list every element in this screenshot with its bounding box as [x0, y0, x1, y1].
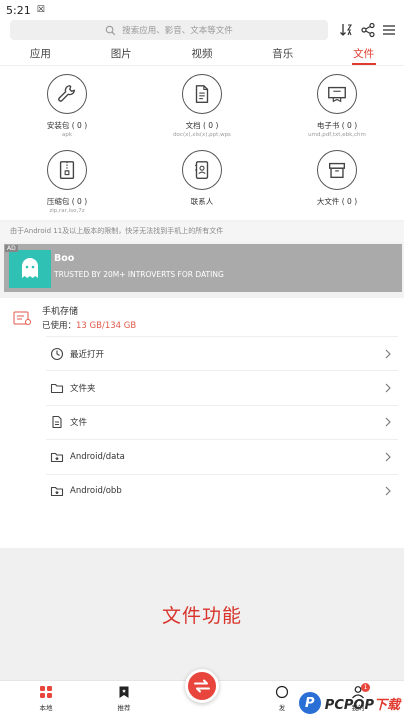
- storage-row-android-obb[interactable]: Android/obb: [46, 473, 398, 508]
- category-ebooks-circle: [317, 74, 357, 114]
- transfer-button[interactable]: [185, 669, 219, 703]
- category-archives-sub: zip,rar,iso,7z: [49, 208, 85, 214]
- storage-row-android-data[interactable]: Android/data: [46, 439, 398, 473]
- storage-usage: 已使用：13 GB/134 GB: [42, 319, 136, 331]
- category-ebooks[interactable]: 电子书 ( 0 ) umd,pdf,txt,ebk,chm: [292, 74, 382, 138]
- category-ebooks-label: 电子书 ( 0 ): [316, 121, 358, 130]
- storage-row-label: 文件夹: [70, 384, 96, 395]
- ad-badge: AD: [5, 245, 18, 252]
- tab-files[interactable]: 文件: [323, 44, 404, 65]
- storage-icon: [13, 311, 31, 325]
- top-bar: 搜索应用、影音、文本等文件: [0, 16, 404, 44]
- search-icon: [105, 25, 116, 35]
- tab-music[interactable]: 音乐: [242, 44, 323, 65]
- nav-send-label: 发: [278, 704, 286, 712]
- ghost-icon: [22, 258, 38, 278]
- pcpop-logo: P: [296, 690, 323, 716]
- menu-button[interactable]: [380, 21, 398, 39]
- pcpop-text: PCPOP下载: [325, 694, 400, 713]
- chevron-right-icon: [385, 486, 391, 496]
- search-placeholder: 搜索应用、影音、文本等文件: [122, 26, 233, 36]
- android-limit-notice: 由于Android 11及以上版本的限制，快牙无法找到手机上的所有文件: [0, 222, 404, 242]
- document-icon: [195, 85, 209, 103]
- pcpop-watermark: P PCPOP下载: [296, 690, 400, 716]
- sort-button[interactable]: [338, 21, 356, 39]
- chevron-right-icon: [385, 383, 391, 393]
- chevron-right-icon: [385, 452, 391, 462]
- clock-icon: [50, 347, 64, 360]
- wrench-icon: [58, 85, 76, 102]
- tab-apps[interactable]: 应用: [0, 44, 81, 65]
- status-time: 5:21: [6, 3, 31, 17]
- grid-icon: [40, 686, 52, 698]
- storage-row-label: Android/obb: [70, 486, 122, 497]
- storage-row-label: 文件: [70, 418, 88, 429]
- phone-storage-section: 手机存储 已使用：13 GB/134 GB 最近打开 文件夹 文件 Androi…: [0, 298, 404, 548]
- category-archives[interactable]: 压缩包 ( 0 ) zip,rar,iso,7z: [22, 150, 112, 214]
- storage-used-value: 13 GB/134 GB: [76, 321, 137, 331]
- nav-recommend[interactable]: 推荐: [104, 685, 144, 712]
- share-icon: [361, 22, 375, 38]
- tab-images[interactable]: 图片: [81, 44, 162, 65]
- nav-local-label: 本地: [39, 704, 53, 712]
- category-documents-label: 文档 ( 0 ): [185, 121, 219, 130]
- category-documents-sub: doc(x),xls(x),ppt,wps: [173, 132, 231, 138]
- category-contacts[interactable]: 联系人: [157, 150, 247, 207]
- category-large-files-circle: [317, 150, 357, 190]
- storage-row-label: Android/data: [70, 451, 125, 462]
- category-contacts-circle: [182, 150, 222, 190]
- ad-banner[interactable]: AD Boo TRUSTED BY 20M+ INTROVERTS FOR DA…: [4, 244, 402, 292]
- category-apk[interactable]: 安装包 ( 0 ) apk: [22, 74, 112, 138]
- folder-star-icon: [50, 452, 64, 462]
- bottom-navigation: 本地 推荐 发 1 我的 P PCPOP下载: [0, 669, 404, 720]
- category-archives-label: 压缩包 ( 0 ): [46, 197, 88, 206]
- folder-star-icon: [50, 487, 64, 497]
- storage-row-label: 最近打开: [70, 349, 105, 360]
- share-button[interactable]: [359, 21, 377, 39]
- category-apk-label: 安装包 ( 0 ): [46, 121, 88, 130]
- transfer-icon: [194, 679, 210, 693]
- ad-description: TRUSTED BY 20M+ INTROVERTS FOR DATING: [54, 270, 224, 279]
- chevron-right-icon: [385, 418, 391, 427]
- pcpop-suffix: 下载: [373, 697, 400, 713]
- feature-caption-text: 文件功能: [161, 604, 242, 627]
- category-ebooks-sub: umd,pdf,txt,ebk,chm: [308, 132, 366, 138]
- ebook-icon: [328, 86, 346, 103]
- contact-icon: [195, 161, 209, 179]
- storage-used-label: 已使用：: [42, 321, 77, 331]
- bookmark-icon: [119, 686, 129, 698]
- search-bar[interactable]: 搜索应用、影音、文本等文件: [10, 20, 328, 40]
- storage-title: 手机存储: [42, 307, 79, 317]
- large-file-icon: [328, 162, 346, 179]
- category-tabs: 应用 图片 视频 音乐 文件: [0, 44, 404, 66]
- pcpop-main: PCPOP: [324, 697, 374, 713]
- category-contacts-label: 联系人: [190, 197, 214, 206]
- feature-caption: 文件功能: [0, 548, 404, 680]
- file-category-grid: 安装包 ( 0 ) apk 文档 ( 0 ) doc(x),xls(x),ppt…: [0, 66, 404, 220]
- ad-title: Boo: [54, 253, 75, 264]
- nav-recommend-label: 推荐: [117, 704, 131, 712]
- category-archives-circle: [47, 150, 87, 190]
- storage-row-folders[interactable]: 文件夹: [46, 370, 398, 404]
- sort-icon: [340, 24, 352, 36]
- category-documents[interactable]: 文档 ( 0 ) doc(x),xls(x),ppt,wps: [157, 74, 247, 138]
- category-documents-circle: [182, 74, 222, 114]
- folder-icon: [50, 384, 64, 394]
- category-apk-circle: [47, 74, 87, 114]
- menu-icon: [383, 25, 395, 35]
- chevron-right-icon: [385, 349, 391, 359]
- storage-row-recent[interactable]: 最近打开: [46, 336, 398, 370]
- category-large-files-label: 大文件 ( 0 ): [316, 197, 358, 206]
- tab-videos[interactable]: 视频: [162, 44, 243, 65]
- storage-row-files[interactable]: 文件: [46, 404, 398, 439]
- category-apk-sub: apk: [61, 132, 73, 138]
- ad-logo: [9, 250, 51, 288]
- notification-icon: ☒: [36, 5, 45, 15]
- file-icon: [52, 416, 62, 429]
- archive-icon: [59, 161, 75, 179]
- nav-local[interactable]: 本地: [26, 685, 66, 712]
- category-large-files[interactable]: 大文件 ( 0 ): [292, 150, 382, 207]
- storage-list: 最近打开 文件夹 文件 Android/data Android/obb: [46, 336, 398, 508]
- send-icon: [275, 685, 289, 699]
